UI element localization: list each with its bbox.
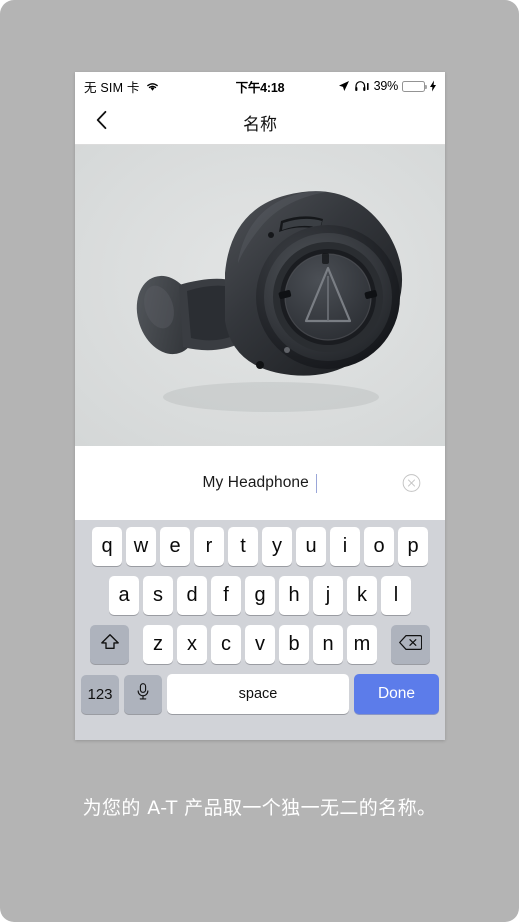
- key-l[interactable]: l: [381, 576, 411, 615]
- key-s[interactable]: s: [143, 576, 173, 615]
- key-a[interactable]: a: [109, 576, 139, 615]
- page-title: 名称: [243, 114, 277, 134]
- screen-background: 无 SIM 卡 下午4:18 39% 名称 My Headphone q w e…: [0, 0, 519, 922]
- key-w[interactable]: w: [126, 527, 156, 566]
- dictation-key[interactable]: [124, 674, 162, 714]
- name-input-row[interactable]: My Headphone: [75, 446, 445, 520]
- done-key[interactable]: Done: [354, 674, 439, 714]
- key-m[interactable]: m: [347, 625, 377, 664]
- keyboard-row-3: z x c v b n m: [78, 625, 442, 664]
- key-t[interactable]: t: [228, 527, 258, 566]
- key-e[interactable]: e: [160, 527, 190, 566]
- key-g[interactable]: g: [245, 576, 275, 615]
- navigation-bar: 名称: [75, 100, 445, 145]
- product-image: [75, 145, 445, 446]
- key-n[interactable]: n: [313, 625, 343, 664]
- keyboard-row-4: 123 space Done: [78, 674, 442, 714]
- battery-icon: [402, 80, 427, 92]
- status-bar-right: 39%: [338, 79, 437, 93]
- location-arrow-icon: [338, 80, 350, 92]
- key-f[interactable]: f: [211, 576, 241, 615]
- status-bar: 无 SIM 卡 下午4:18 39%: [75, 72, 445, 100]
- backspace-key[interactable]: [391, 625, 430, 664]
- lightning-bolt-icon: [429, 80, 437, 92]
- microphone-icon: [135, 682, 151, 706]
- key-j[interactable]: j: [313, 576, 343, 615]
- numeric-keyboard-key[interactable]: 123: [81, 674, 119, 714]
- space-key[interactable]: space: [167, 674, 349, 714]
- key-x[interactable]: x: [177, 625, 207, 664]
- keyboard-row-2: a s d f g h j k l: [78, 576, 442, 615]
- key-u[interactable]: u: [296, 527, 326, 566]
- headphones-battery-icon: [354, 80, 370, 92]
- clear-circle-x-icon: [402, 474, 421, 492]
- phone-screenshot: 无 SIM 卡 下午4:18 39% 名称 My Headphone q w e…: [75, 72, 445, 740]
- key-r[interactable]: r: [194, 527, 224, 566]
- key-b[interactable]: b: [279, 625, 309, 664]
- keyboard-row-1: q w e r t y u i o p: [78, 527, 442, 566]
- key-k[interactable]: k: [347, 576, 377, 615]
- text-caret: [315, 473, 318, 493]
- earbud-illustration: [75, 145, 445, 446]
- key-i[interactable]: i: [330, 527, 360, 566]
- caption-text: 为您的 A-T 产品取一个独一无二的名称。: [82, 797, 437, 819]
- key-v[interactable]: v: [245, 625, 275, 664]
- battery-percent-label: 39%: [373, 79, 399, 93]
- key-d[interactable]: d: [177, 576, 207, 615]
- name-input-value: My Headphone: [202, 474, 309, 491]
- backspace-icon: [399, 634, 423, 656]
- key-y[interactable]: y: [262, 527, 292, 566]
- key-p[interactable]: p: [398, 527, 428, 566]
- shift-key[interactable]: [90, 625, 129, 664]
- shift-arrow-icon: [100, 632, 120, 657]
- key-h[interactable]: h: [279, 576, 309, 615]
- key-q[interactable]: q: [92, 527, 122, 566]
- key-c[interactable]: c: [211, 625, 241, 664]
- name-input-field[interactable]: My Headphone: [202, 473, 318, 493]
- clear-text-button[interactable]: [402, 474, 421, 493]
- key-o[interactable]: o: [364, 527, 394, 566]
- key-z[interactable]: z: [143, 625, 173, 664]
- onscreen-keyboard[interactable]: q w e r t y u i o p a s d f g h j k l z …: [75, 520, 445, 740]
